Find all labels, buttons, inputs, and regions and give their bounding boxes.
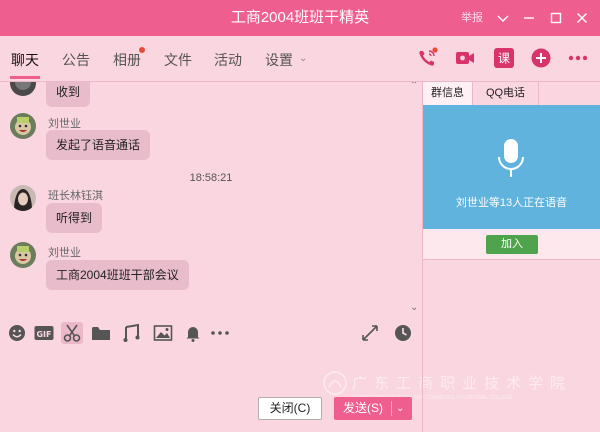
bell-icon[interactable] xyxy=(182,322,204,344)
scroll-down-icon[interactable]: ⌄ xyxy=(410,302,418,313)
tab-announcement[interactable]: 公告 xyxy=(62,50,90,70)
input-toolbar: GIF xyxy=(0,316,422,350)
more-icon[interactable] xyxy=(209,322,231,344)
title-bar: 工商2004班班干精英 举报 xyxy=(0,0,600,36)
album-badge xyxy=(139,47,145,53)
close-icon[interactable] xyxy=(573,9,591,27)
svg-text:GIF: GIF xyxy=(36,330,51,339)
music-icon[interactable] xyxy=(121,322,143,344)
folder-icon[interactable] xyxy=(90,322,112,344)
school-logo xyxy=(323,371,347,395)
avatar[interactable] xyxy=(10,113,36,139)
voice-call-icon[interactable] xyxy=(416,47,438,69)
timestamp: 18:58:21 xyxy=(189,172,233,184)
close-button[interactable]: 关闭(C) xyxy=(258,397,322,420)
chevron-down-icon[interactable]: ⌄ xyxy=(299,53,307,64)
right-panel-tabs: 群信息 QQ电话 xyxy=(423,82,600,105)
video-call-icon[interactable] xyxy=(454,47,476,69)
image-icon[interactable] xyxy=(152,322,174,344)
sender-name: 班长林钰淇 xyxy=(48,190,103,202)
tab-files[interactable]: 文件 xyxy=(164,50,192,70)
more-icon[interactable] xyxy=(567,47,589,69)
tab-chat[interactable]: 聊天 xyxy=(11,50,39,70)
message-bubble[interactable]: 听得到 xyxy=(46,203,103,233)
sender-name: 刘世业 xyxy=(48,118,81,130)
tab-qq-call[interactable]: QQ电话 xyxy=(473,82,539,105)
tab-group-info[interactable]: 群信息 xyxy=(423,82,473,105)
gif-icon[interactable]: GIF xyxy=(33,322,55,344)
send-button[interactable]: 发送(S) ⌄ xyxy=(334,397,412,420)
chevron-down-icon[interactable]: ⌄ xyxy=(396,397,404,420)
microphone-icon xyxy=(498,139,524,177)
tab-settings[interactable]: 设置 xyxy=(265,50,293,70)
maximize-icon[interactable] xyxy=(547,9,565,27)
tab-activities[interactable]: 活动 xyxy=(214,50,242,70)
message-bubble[interactable]: 工商2004班班干部会议 xyxy=(46,260,189,290)
send-button-label: 发送(S) xyxy=(343,401,383,415)
tab-album[interactable]: 相册 xyxy=(113,50,141,70)
voice-call-panel: 刘世业等13人正在语音 xyxy=(423,105,600,229)
sender-name: 刘世业 xyxy=(48,247,81,259)
join-button[interactable]: 加入 xyxy=(486,235,538,254)
avatar[interactable] xyxy=(10,242,36,268)
tabs-bar: 聊天 公告 相册 文件 活动 设置 ⌄ 课 xyxy=(0,36,600,82)
avatar[interactable] xyxy=(10,82,36,96)
message-bubble[interactable]: 收到 xyxy=(46,82,91,107)
watermark-chinese: 广东工商职业技术学院 xyxy=(352,374,573,392)
expand-icon[interactable] xyxy=(359,322,381,344)
send-button-divider xyxy=(391,401,392,416)
history-icon[interactable] xyxy=(392,322,414,344)
dropdown-icon[interactable] xyxy=(494,9,512,27)
chat-history[interactable]: 收到 刘世业 发起了语音通话 18:58:21 班长林钰淇 听得到 刘世业 工商… xyxy=(0,82,422,314)
active-tab-indicator xyxy=(10,76,40,79)
add-app-icon[interactable] xyxy=(530,47,552,69)
lesson-icon[interactable]: 课 xyxy=(493,47,515,69)
message-bubble[interactable]: 发起了语音通话 xyxy=(46,130,151,160)
join-bar: 加入 xyxy=(423,229,600,260)
voice-status: 刘世业等13人正在语音 xyxy=(455,197,568,209)
report-link[interactable]: 举报 xyxy=(461,0,483,36)
minimize-icon[interactable] xyxy=(520,9,538,27)
avatar[interactable] xyxy=(10,185,36,211)
emoji-icon[interactable] xyxy=(6,322,28,344)
scroll-up-icon[interactable]: ⌃ xyxy=(410,82,418,91)
svg-text:课: 课 xyxy=(498,52,510,66)
scissors-icon[interactable] xyxy=(61,322,83,344)
